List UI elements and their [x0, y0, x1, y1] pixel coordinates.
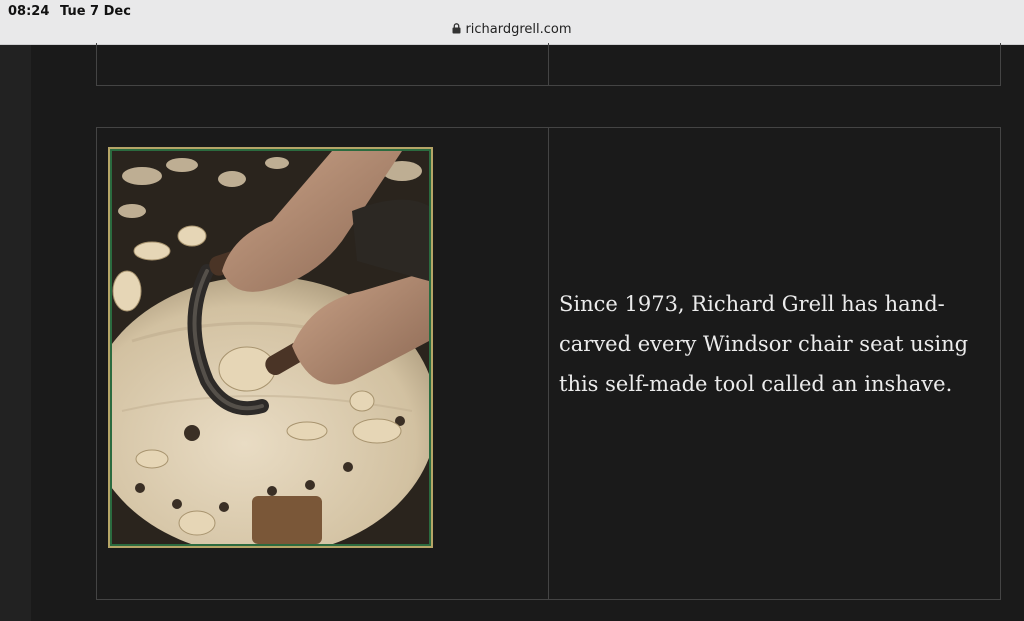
status-date: Tue 7 Dec	[60, 4, 131, 19]
previous-row-left-cell	[96, 43, 549, 86]
photo-frame	[108, 147, 433, 548]
photo-inshave-carving	[112, 151, 429, 544]
page-content: Since 1973, Richard Grell has hand-carve…	[31, 43, 1024, 621]
status-bar: 08:24 Tue 7 Dec richardgrell.com	[0, 0, 1024, 45]
status-time: 08:24	[8, 4, 50, 19]
lock-icon	[452, 23, 461, 34]
address-bar[interactable]: richardgrell.com	[0, 22, 1024, 37]
url-text: richardgrell.com	[465, 22, 572, 37]
text-cell: Since 1973, Richard Grell has hand-carve…	[548, 127, 1001, 600]
inshave-caption: Since 1973, Richard Grell has hand-carve…	[559, 292, 969, 396]
previous-row-right-cell	[548, 43, 1001, 86]
left-edge-strip	[0, 45, 31, 621]
image-cell	[96, 127, 549, 600]
